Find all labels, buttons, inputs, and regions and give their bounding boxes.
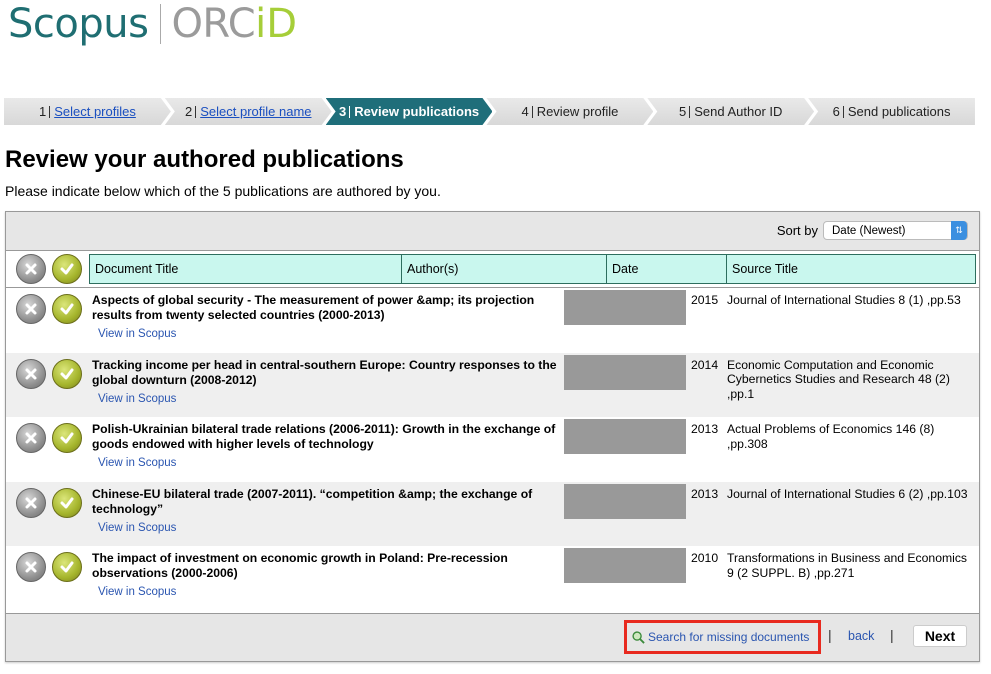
- page-title: Review your authored publications: [5, 146, 404, 173]
- intro-text: Please indicate below which of the 5 pub…: [5, 183, 441, 199]
- next-button[interactable]: Next: [913, 625, 967, 647]
- view-in-scopus-link[interactable]: View in Scopus: [98, 522, 564, 534]
- x-icon: [25, 432, 37, 444]
- accept-publication-button[interactable]: [52, 487, 82, 518]
- reject-publication-button[interactable]: [16, 294, 46, 324]
- publication-source: Economic Computation and Economic Cybern…: [727, 357, 950, 401]
- x-icon: [25, 561, 37, 573]
- step-review-profile: 4 Review profile: [486, 98, 653, 125]
- step-review-publications: 3 Review publications: [326, 98, 493, 125]
- sort-select[interactable]: Date (Newest) ⇅: [823, 221, 968, 240]
- publication-title: Aspects of global security - The measure…: [92, 293, 535, 322]
- scopus-logo-text: Scopus: [8, 1, 149, 47]
- panel-toolbar: Sort by Date (Newest) ⇅: [6, 212, 979, 251]
- check-icon: [60, 303, 74, 315]
- column-authors: Author(s): [401, 254, 606, 284]
- view-in-scopus-link[interactable]: View in Scopus: [98, 393, 564, 405]
- publication-date: 2013: [691, 486, 719, 501]
- reject-publication-button[interactable]: [16, 487, 46, 518]
- publication-date: 2013: [691, 422, 719, 436]
- redacted-authors: [564, 354, 686, 390]
- step-send-author-id: 5 Send Author ID: [647, 98, 814, 125]
- column-source-title: Source Title: [726, 254, 976, 284]
- publication-row: The impact of investment on economic gro…: [6, 546, 979, 611]
- publication-source: Actual Problems of Economics 146 (8) ,pp…: [727, 422, 935, 451]
- publication-date: 2010: [691, 551, 719, 565]
- publication-title: Tracking income per head in central-sout…: [92, 357, 557, 387]
- redacted-authors: [564, 483, 686, 519]
- logo-divider: [160, 4, 162, 44]
- redacted-authors: [564, 419, 686, 454]
- accept-publication-button[interactable]: [52, 423, 82, 453]
- step-label: Review profile: [536, 104, 619, 119]
- table-header: Document Title Author(s) Date Source Tit…: [6, 251, 979, 288]
- publication-source: Journal of International Studies 8 (1) ,…: [727, 293, 961, 307]
- check-icon: [60, 263, 74, 275]
- reject-publication-button[interactable]: [16, 423, 46, 453]
- panel-footer: Search for missing documents | back | Ne…: [6, 613, 979, 661]
- check-icon: [60, 497, 74, 508]
- x-icon: [25, 368, 37, 379]
- scopus-orcid-logo: Scopus ORC iD: [8, 0, 297, 48]
- column-document-title: Document Title: [89, 254, 401, 284]
- reject-publication-button[interactable]: [16, 358, 46, 389]
- check-icon: [60, 561, 74, 573]
- reject-publication-button[interactable]: [16, 552, 46, 582]
- column-date: Date: [606, 254, 726, 284]
- publication-source: Transformations in Business and Economic…: [727, 551, 968, 580]
- redacted-authors: [564, 548, 686, 583]
- publication-source: Journal of International Studies 6 (2) ,…: [727, 486, 968, 501]
- step-send-publications: 6 Send publications: [808, 98, 975, 125]
- wizard-steps: 1 Select profiles 2 Select profile name 3R…: [4, 98, 975, 125]
- publications-panel: Sort by Date (Newest) ⇅ Document Title A…: [5, 211, 980, 662]
- reject-all-button[interactable]: [16, 254, 46, 284]
- publication-title: The impact of investment on economic gro…: [92, 551, 508, 580]
- accept-publication-button[interactable]: [52, 358, 82, 389]
- publication-date: 2014: [691, 357, 719, 372]
- separator: |: [890, 627, 894, 643]
- sort-label: Sort by: [776, 223, 818, 238]
- x-icon: [25, 263, 37, 275]
- publication-title: Chinese-EU bilateral trade (2007-2011). …: [92, 486, 533, 516]
- redacted-authors: [564, 290, 686, 325]
- view-in-scopus-link[interactable]: View in Scopus: [98, 586, 564, 598]
- sort-control: Sort by Date (Newest) ⇅: [777, 221, 968, 240]
- step-link[interactable]: Select profile name: [200, 104, 311, 119]
- accept-publication-button[interactable]: [52, 294, 82, 324]
- magnifier-icon: [632, 630, 645, 644]
- x-icon: [25, 497, 37, 508]
- x-icon: [25, 303, 37, 315]
- step-label: Review publications: [354, 104, 480, 119]
- publication-date: 2015: [691, 293, 719, 307]
- check-icon: [60, 368, 74, 379]
- publication-row: Chinese-EU bilateral trade (2007-2011). …: [6, 481, 979, 546]
- view-in-scopus-link[interactable]: View in Scopus: [98, 457, 564, 469]
- search-missing-documents-link[interactable]: Search for missing documents: [624, 620, 821, 654]
- step-link[interactable]: Select profiles: [54, 104, 136, 119]
- view-in-scopus-link[interactable]: View in Scopus: [98, 328, 564, 340]
- select-arrows-icon: ⇅: [951, 221, 967, 240]
- orcid-logo-text: ORC: [171, 1, 256, 47]
- step-label: Send Author ID: [694, 104, 783, 119]
- step-select-profile-name[interactable]: 2 Select profile name: [165, 98, 332, 125]
- orcid-id-accent: iD: [255, 1, 298, 47]
- accept-publication-button[interactable]: [52, 552, 82, 582]
- publication-title: Polish-Ukrainian bilateral trade relatio…: [92, 422, 556, 451]
- publication-row: Tracking income per head in central-sout…: [6, 352, 979, 417]
- step-label: Send publications: [847, 104, 951, 119]
- separator: |: [828, 627, 832, 643]
- publication-row: Aspects of global security - The measure…: [6, 288, 979, 353]
- step-select-profiles[interactable]: 1 Select profiles: [4, 98, 171, 125]
- publication-row: Polish-Ukrainian bilateral trade relatio…: [6, 417, 979, 482]
- back-link[interactable]: back: [848, 629, 874, 643]
- check-icon: [60, 432, 74, 444]
- accept-all-button[interactable]: [52, 254, 82, 284]
